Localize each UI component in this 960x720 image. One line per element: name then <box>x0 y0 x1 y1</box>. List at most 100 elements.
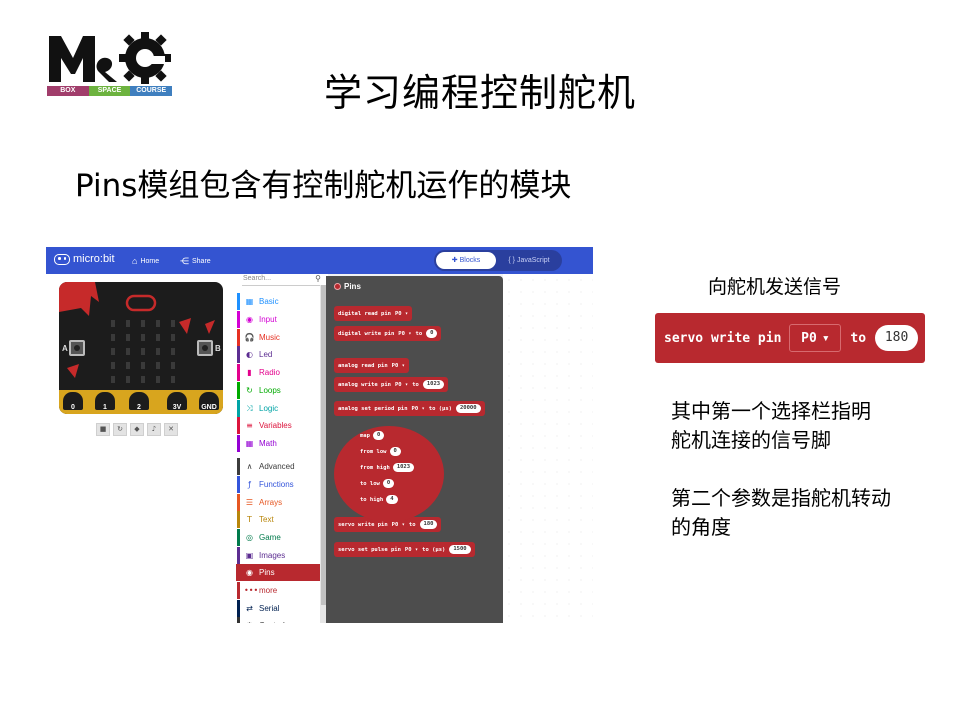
block-value-input[interactable]: 0 <box>426 329 438 338</box>
block-value-input[interactable]: 1023 <box>422 380 445 389</box>
music-category-icon: 🎧 <box>244 333 255 342</box>
toolbox-category-images[interactable]: ▣ Images <box>236 547 320 564</box>
toolbox-category-control[interactable]: ⚙ Control <box>236 617 320 623</box>
button-a[interactable] <box>69 340 85 356</box>
toolbox-category-functions[interactable]: ƒ Functions <box>236 476 320 493</box>
category-label: Input <box>259 315 277 324</box>
map-field-label: from high <box>360 464 390 471</box>
microbit-board[interactable]: A B 0 1 2 3V GND <box>59 282 223 414</box>
block-value-input[interactable]: 20000 <box>455 404 481 413</box>
map-field-row: from high 1023 <box>360 463 415 472</box>
servo-angle-value[interactable]: 180 <box>875 325 919 351</box>
map-field-label: to low <box>360 480 380 487</box>
pin-gnd-label: GND <box>201 404 217 411</box>
category-label: Logic <box>259 404 279 413</box>
category-label: Radio <box>259 368 280 377</box>
map-field-input[interactable]: 0 <box>382 479 395 488</box>
home-label: Home <box>140 257 160 265</box>
toolbox-search[interactable]: Search... ⚲ <box>242 274 322 286</box>
block-value-input[interactable]: 1500 <box>449 545 471 554</box>
map-field-input[interactable]: 0 <box>372 431 385 440</box>
pins-block[interactable]: servo set pulse pin P0 ▾ to (µs) 1500 <box>334 542 475 557</box>
category-color-bar <box>237 600 240 617</box>
pin-dropdown[interactable]: P0 ▾ <box>395 311 408 317</box>
toolbox-category-pins[interactable]: ◉ Pins <box>236 564 320 581</box>
block-text: servo set pulse pin <box>338 546 401 553</box>
pin-dropdown[interactable]: P0 ▾ <box>412 406 425 412</box>
note-angle-line1: 第二个参数是指舵机转动 <box>671 486 891 510</box>
map-field-label: from low <box>360 448 387 455</box>
toolbox-category-advanced[interactable]: ∧ Advanced <box>236 458 320 475</box>
editor-mode-toggle[interactable]: ✚ Blocks { } JavaScript <box>434 250 562 271</box>
toolbox-category-led[interactable]: ◐ Led <box>236 346 320 363</box>
toolbox-category-arrays[interactable]: ☰ Arrays <box>236 494 320 511</box>
share-button[interactable]: ⋲ Share <box>180 256 211 267</box>
note-pin-line1: 其中第一个选择栏指明 <box>671 399 871 423</box>
toolbox-category-music[interactable]: 🎧 Music <box>236 329 320 346</box>
stop-icon[interactable]: ■ <box>96 423 110 436</box>
pins-block[interactable]: digital write pin P0 ▾ to 0 <box>334 326 442 341</box>
arrays-category-icon: ☰ <box>245 498 254 507</box>
toolbox-category-math[interactable]: ▦ Math <box>236 435 320 452</box>
variables-category-icon: ≡ <box>246 421 253 430</box>
pins-block[interactable]: analog read pin P0 ▾ <box>334 358 409 373</box>
category-label: Advanced <box>259 462 295 471</box>
blocks-workspace[interactable] <box>503 274 593 623</box>
logic-category-icon: ⤨ <box>246 403 253 413</box>
map-field-input[interactable]: 1023 <box>392 463 415 472</box>
pin-dropdown[interactable]: P0 ▾ <box>398 331 411 337</box>
block-text: analog read pin <box>338 362 388 369</box>
basic-category-icon: ▦ <box>245 297 254 306</box>
toolbox-category-more[interactable]: ••• more <box>236 582 320 599</box>
microbit-brand[interactable]: micro:bit <box>54 253 115 265</box>
toolbox-category-input[interactable]: ◉ Input <box>236 311 320 328</box>
fullscreen-icon[interactable]: ✕ <box>164 423 178 436</box>
category-color-bar <box>237 346 240 363</box>
servo-caption: 向舵机发送信号 <box>708 276 842 298</box>
pins-category-icon: ◉ <box>246 568 253 577</box>
toolbox-category-variables[interactable]: ≡ Variables <box>236 417 320 434</box>
pins-block[interactable]: analog write pin P0 ▾ to 1023 <box>334 377 449 392</box>
math-category-icon: ▦ <box>245 439 254 448</box>
map-field-input[interactable]: 4 <box>386 495 398 504</box>
toolbox-category-loops[interactable]: ↻ Loops <box>236 382 320 399</box>
category-label: Control <box>259 621 285 623</box>
toolbox-category-basic[interactable]: ▦ Basic <box>236 293 320 310</box>
blocks-tab[interactable]: ✚ Blocks <box>436 252 496 269</box>
map-field-row: map 0 <box>360 431 385 440</box>
category-label: Led <box>259 350 273 359</box>
pin-dropdown[interactable]: P0 ▾ <box>392 363 405 369</box>
category-color-bar <box>237 311 240 328</box>
servo-block-text: servo write pin <box>664 330 782 346</box>
javascript-tab[interactable]: { } JavaScript <box>498 252 560 269</box>
home-button[interactable]: ⌂ Home <box>132 256 159 266</box>
map-block[interactable] <box>334 426 444 522</box>
images-category-icon: ▣ <box>245 551 254 560</box>
mute-icon[interactable]: ♪ <box>147 423 161 436</box>
toolbox-category-logic[interactable]: ⤨ Logic <box>236 400 320 417</box>
servo-pin-dropdown[interactable]: P0 ▾ <box>789 324 842 352</box>
toolbox-category-game[interactable]: ◎ Game <box>236 529 320 546</box>
block-value-input[interactable]: 180 <box>419 520 438 529</box>
toolbox-category-text[interactable]: T Text <box>236 511 320 528</box>
category-color-bar <box>237 400 240 417</box>
map-field-row: to high 4 <box>360 495 398 504</box>
toolbox-category-serial[interactable]: ⇄ Serial <box>236 600 320 617</box>
category-label: Music <box>259 333 280 342</box>
pins-block[interactable]: digital read pin P0 ▾ <box>334 306 413 321</box>
slowmo-icon[interactable]: ◆ <box>130 423 144 436</box>
serial-category-icon: ⇄ <box>246 604 253 613</box>
pins-block[interactable]: analog set period pin P0 ▾ to (µs) 20000 <box>334 401 485 416</box>
control-category-icon: ⚙ <box>244 621 255 623</box>
block-to-label: to (µs) <box>428 405 452 412</box>
pin-dropdown[interactable]: P0 ▾ <box>392 522 405 528</box>
restart-icon[interactable]: ↻ <box>113 423 127 436</box>
pin-dropdown[interactable]: P0 ▾ <box>405 547 418 553</box>
pins-flyout: Pins digital read pin P0 ▾ digital write p… <box>326 276 503 623</box>
toolbox-category-radio[interactable]: ▮ Radio <box>236 364 320 381</box>
category-color-bar <box>237 511 240 528</box>
servo-write-block-enlarged: servo write pin P0 ▾ to 180 <box>655 313 925 363</box>
button-b[interactable] <box>197 340 213 356</box>
pin-dropdown[interactable]: P0 ▾ <box>395 382 408 388</box>
map-field-input[interactable]: 0 <box>389 447 401 456</box>
